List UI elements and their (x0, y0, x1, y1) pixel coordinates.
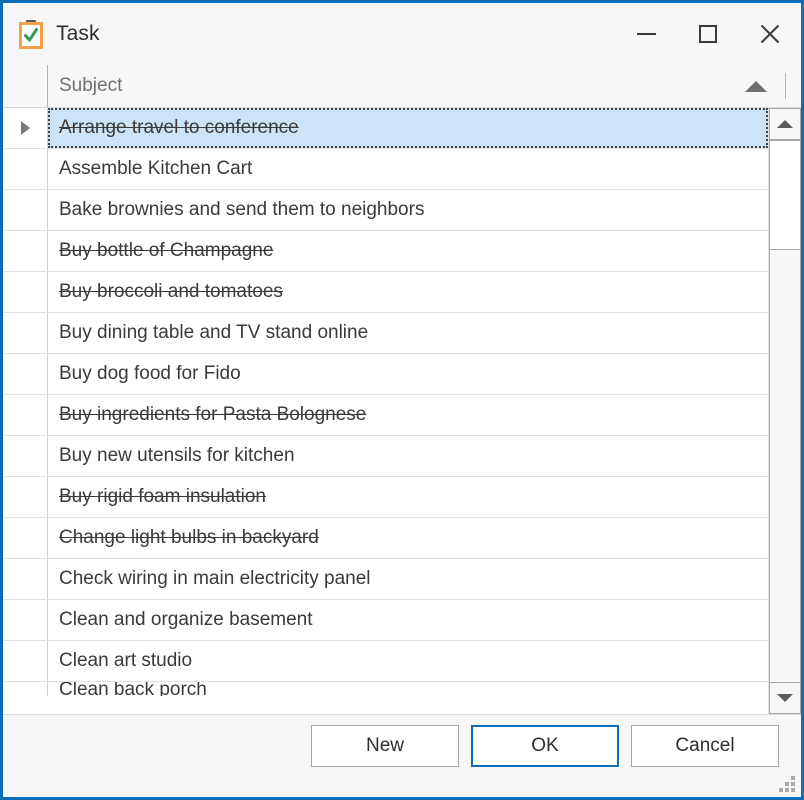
table-row[interactable]: Buy rigid foam insulation (3, 477, 768, 518)
row-indicator-gutter[interactable] (3, 559, 48, 599)
row-content[interactable]: Buy ingredients for Pasta Bolognese (48, 395, 768, 435)
table-row[interactable]: Clean back porch (3, 682, 768, 696)
table-row[interactable]: Bake brownies and send them to neighbors (3, 190, 768, 231)
table-row[interactable]: Buy bottle of Champagne (3, 231, 768, 272)
row-indicator-gutter[interactable] (3, 231, 48, 271)
row-content[interactable]: Check wiring in main electricity panel (48, 559, 768, 599)
task-subject-cell: Bake brownies and send them to neighbors (59, 199, 425, 220)
table-row[interactable]: Clean and organize basement (3, 600, 768, 641)
scrollbar-track[interactable] (769, 140, 801, 682)
close-icon (758, 22, 782, 46)
scroll-up-arrow-icon (777, 120, 793, 128)
row-indicator-gutter[interactable] (3, 190, 48, 230)
column-divider[interactable] (785, 73, 786, 99)
row-content[interactable]: Assemble Kitchen Cart (48, 149, 768, 189)
row-content[interactable]: Buy broccoli and tomatoes (48, 272, 768, 312)
close-button[interactable] (739, 6, 801, 62)
row-content[interactable]: Clean back porch (48, 682, 768, 696)
scroll-down-arrow-icon (777, 694, 793, 702)
maximize-icon (699, 25, 717, 43)
task-list[interactable]: Arrange travel to conference Assemble Kit… (3, 108, 768, 714)
cancel-button[interactable]: Cancel (631, 725, 779, 767)
row-content[interactable]: Buy new utensils for kitchen (48, 436, 768, 476)
current-row-arrow-icon (20, 121, 30, 135)
task-subject-cell: Buy rigid foam insulation (59, 486, 266, 507)
task-list-area: Arrange travel to conference Assemble Kit… (3, 108, 801, 714)
row-content[interactable]: Bake brownies and send them to neighbors (48, 190, 768, 230)
row-content[interactable]: Buy dining table and TV stand online (48, 313, 768, 353)
task-subject-cell: Buy dog food for Fido (59, 363, 241, 384)
row-content[interactable]: Buy bottle of Champagne (48, 231, 768, 271)
task-subject-cell: Buy ingredients for Pasta Bolognese (59, 404, 367, 425)
table-row[interactable]: Buy broccoli and tomatoes (3, 272, 768, 313)
row-indicator-gutter[interactable] (3, 518, 48, 558)
table-row[interactable]: Arrange travel to conference (3, 108, 768, 149)
row-content[interactable]: Clean art studio (48, 641, 768, 681)
table-row[interactable]: Buy dining table and TV stand online (3, 313, 768, 354)
table-row[interactable]: Check wiring in main electricity panel (3, 559, 768, 600)
task-subject-cell: Clean and organize basement (59, 609, 313, 630)
row-content[interactable]: Arrange travel to conference (48, 108, 768, 148)
row-content[interactable]: Buy rigid foam insulation (48, 477, 768, 517)
task-subject-cell: Clean art studio (59, 650, 193, 671)
task-subject-cell: Clean back porch (59, 682, 207, 696)
row-indicator-gutter-header (3, 65, 48, 107)
row-indicator-gutter[interactable] (3, 682, 48, 696)
task-subject-cell: Buy broccoli and tomatoes (59, 281, 283, 302)
clipboard-check-icon (18, 19, 44, 49)
column-header-subject[interactable]: Subject (48, 75, 745, 97)
row-content[interactable]: Buy dog food for Fido (48, 354, 768, 394)
table-row[interactable]: Assemble Kitchen Cart (3, 149, 768, 190)
scroll-up-button[interactable] (769, 108, 801, 140)
task-dialog-window: Task Subject Arrange travel to conferenc… (0, 0, 804, 800)
row-indicator-gutter[interactable] (3, 313, 48, 353)
table-row[interactable]: Buy dog food for Fido (3, 354, 768, 395)
table-row[interactable]: Buy new utensils for kitchen (3, 436, 768, 477)
maximize-button[interactable] (677, 6, 739, 62)
row-content[interactable]: Clean and organize basement (48, 600, 768, 640)
row-content[interactable]: Change light bulbs in backyard (48, 518, 768, 558)
table-row[interactable]: Change light bulbs in backyard (3, 518, 768, 559)
resize-grip-icon[interactable] (777, 774, 795, 792)
table-row[interactable]: Buy ingredients for Pasta Bolognese (3, 395, 768, 436)
scrollbar-thumb[interactable] (769, 140, 801, 250)
vertical-scrollbar[interactable] (768, 108, 801, 714)
row-indicator-gutter[interactable] (3, 354, 48, 394)
task-subject-cell: Change light bulbs in backyard (59, 527, 319, 548)
window-controls (615, 3, 801, 65)
row-indicator-gutter[interactable] (3, 436, 48, 476)
row-indicator-gutter[interactable] (3, 600, 48, 640)
row-indicator-gutter[interactable] (3, 108, 48, 148)
new-button[interactable]: New (311, 725, 459, 767)
table-row[interactable]: Clean art studio (3, 641, 768, 682)
minimize-icon (636, 33, 656, 35)
column-header-row: Subject (3, 65, 801, 108)
task-subject-cell: Buy dining table and TV stand online (59, 322, 369, 343)
row-indicator-gutter[interactable] (3, 395, 48, 435)
task-subject-cell: Buy bottle of Champagne (59, 240, 274, 261)
scroll-down-button[interactable] (769, 682, 801, 714)
task-subject-cell: Buy new utensils for kitchen (59, 445, 295, 466)
row-indicator-gutter[interactable] (3, 149, 48, 189)
title-bar[interactable]: Task (3, 3, 801, 65)
task-subject-cell: Assemble Kitchen Cart (59, 158, 253, 179)
row-indicator-gutter[interactable] (3, 477, 48, 517)
minimize-button[interactable] (615, 6, 677, 62)
row-indicator-gutter[interactable] (3, 272, 48, 312)
window-title: Task (56, 22, 100, 45)
dialog-footer: New OK Cancel (3, 714, 801, 797)
row-indicator-gutter[interactable] (3, 641, 48, 681)
task-subject-cell: Arrange travel to conference (59, 117, 299, 138)
task-subject-cell: Check wiring in main electricity panel (59, 568, 371, 589)
ok-button[interactable]: OK (471, 725, 619, 767)
sort-ascending-icon[interactable] (745, 80, 767, 92)
